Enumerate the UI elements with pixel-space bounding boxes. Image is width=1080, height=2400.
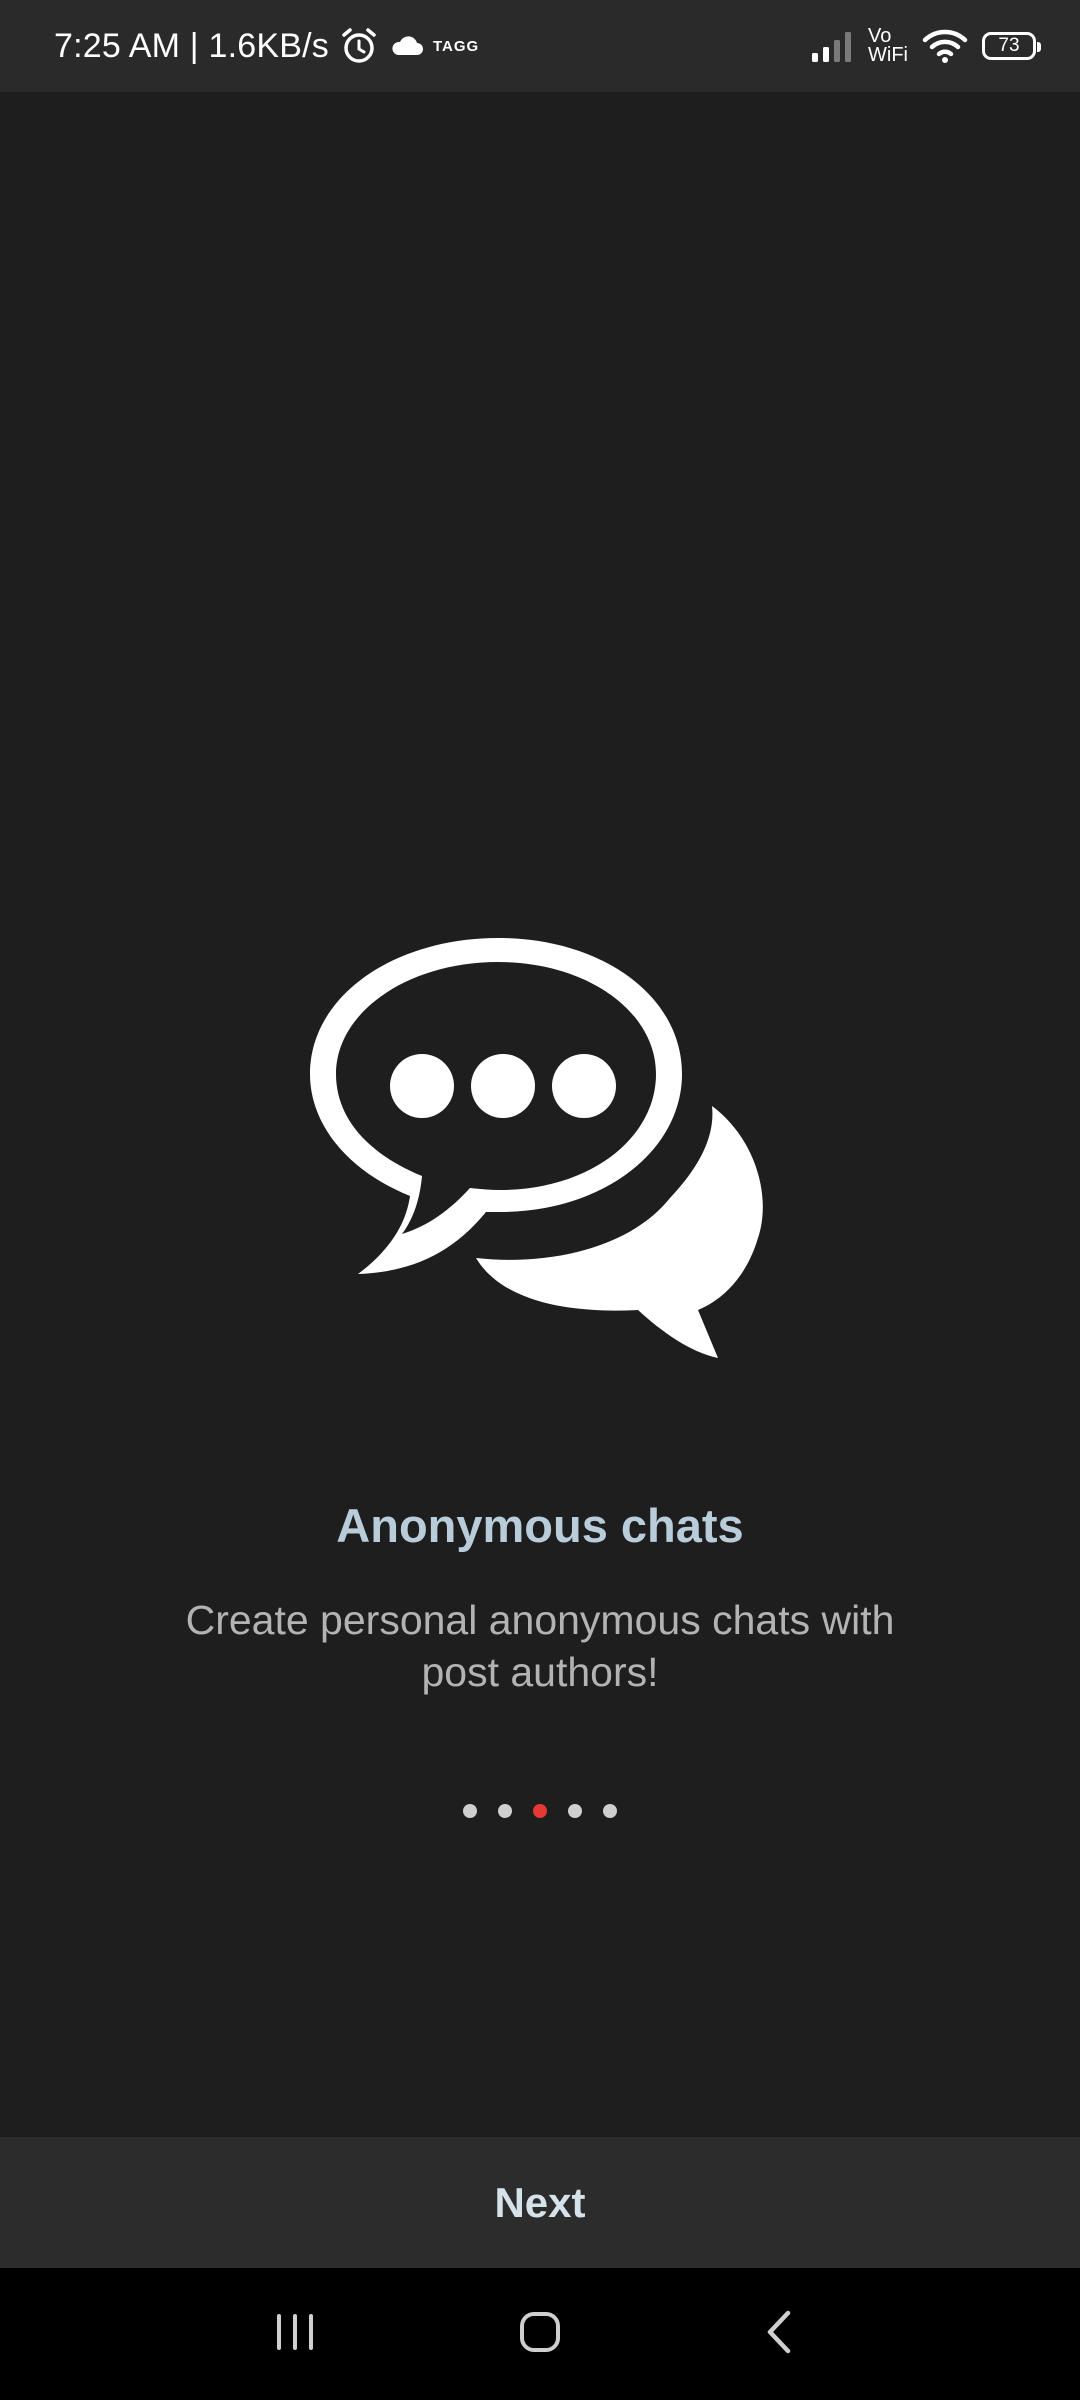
battery-level: 73 [998, 35, 1020, 56]
signal-icon [810, 29, 854, 63]
next-button-label: Next [494, 2178, 586, 2226]
onboarding-title: Anonymous chats [336, 1499, 744, 1552]
navigation-bar [0, 2268, 1080, 2400]
page-dot-active [533, 1804, 547, 1818]
page-dot [603, 1804, 617, 1818]
status-bar: 7:25 AM | 1.6KB/s TAGG Vo WiFi 73 [0, 0, 1080, 92]
chat-bubbles-icon [310, 938, 770, 1362]
battery-icon: 73 [982, 32, 1041, 60]
page-indicator [0, 1804, 1080, 1818]
home-button[interactable] [470, 2268, 610, 2400]
carrier-badge: TAGG [432, 37, 480, 55]
onboarding-screen: 7:25 AM | 1.6KB/s TAGG Vo WiFi 73 Anonym… [0, 0, 1080, 2400]
status-left: 7:25 AM | 1.6KB/s TAGG [54, 0, 479, 92]
page-dot [498, 1804, 512, 1818]
time-and-speed: 7:25 AM | 1.6KB/s [54, 26, 329, 65]
page-dot [568, 1804, 582, 1818]
home-icon [518, 2310, 562, 2359]
recents-button[interactable] [225, 2268, 365, 2400]
wifi-icon [922, 28, 968, 64]
next-button[interactable]: Next [0, 2137, 1080, 2268]
vowifi-bottom: WiFi [868, 44, 908, 66]
back-button[interactable] [710, 2268, 850, 2400]
cloud-icon [389, 34, 425, 58]
recents-icon [273, 2312, 317, 2357]
onboarding-subtitle: Create personal anonymous chats with pos… [185, 1597, 895, 1695]
alarm-icon [339, 26, 379, 66]
vowifi-indicator: Vo WiFi [868, 26, 908, 66]
back-icon [760, 2309, 800, 2360]
page-dot [463, 1804, 477, 1818]
status-right: Vo WiFi 73 [810, 0, 1041, 92]
